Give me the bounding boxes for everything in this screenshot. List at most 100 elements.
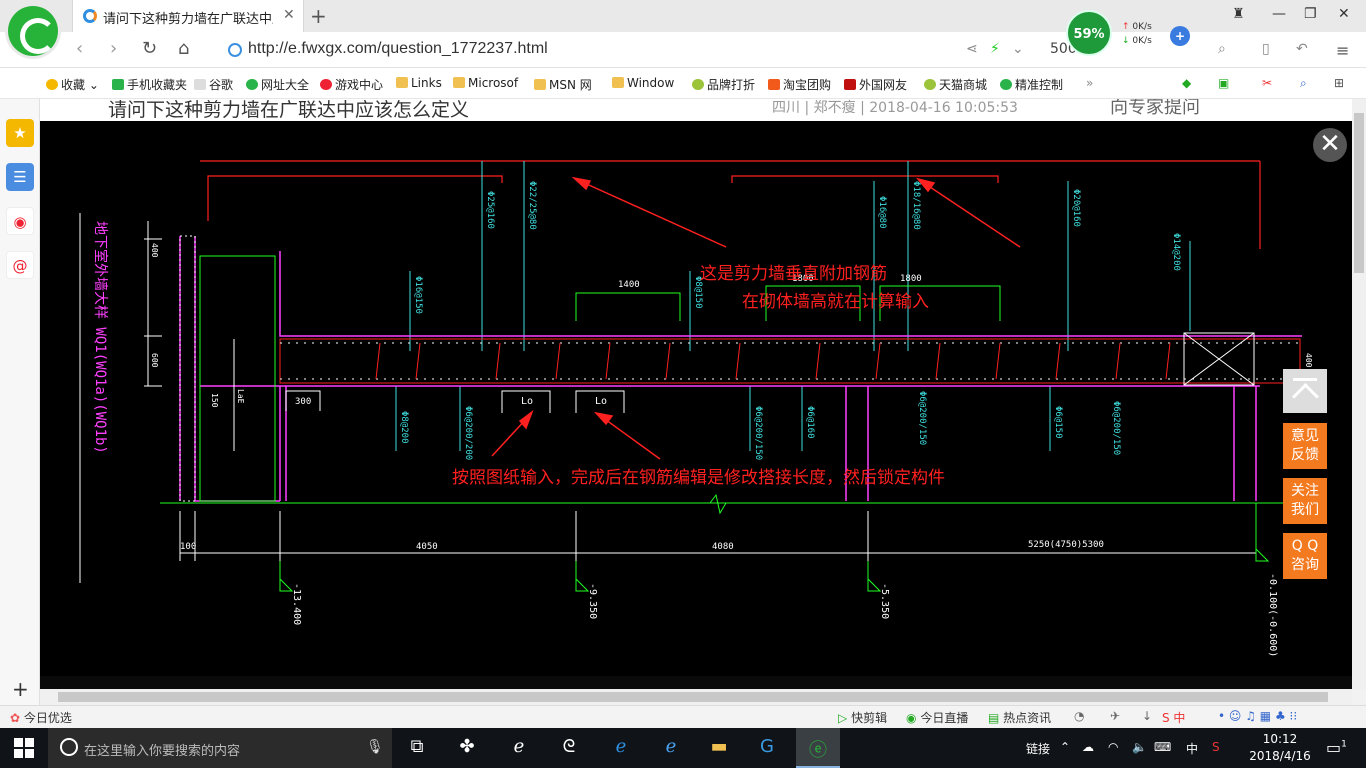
browser-e-icon[interactable]: ℯ — [506, 736, 532, 760]
lap-label-1: Lo — [521, 396, 533, 407]
wifi-icon[interactable]: ◠ — [1108, 740, 1118, 754]
new-tab-button[interactable]: + — [310, 4, 327, 28]
shield-icon[interactable]: ◆ — [1182, 76, 1191, 90]
bookmark-microsoft[interactable]: Microsof — [453, 76, 518, 90]
taskbar-clock[interactable]: 10:12 2018/4/16 — [1248, 731, 1312, 765]
sidebar-add-icon[interactable]: + — [12, 677, 29, 701]
ie-icon[interactable]: ℯ — [658, 736, 684, 760]
cad-drawing: 地下室外墙大样 WQ1(WQ1a)(WQ1b) Φ25@160 Φ22/25@8… — [79, 160, 1313, 657]
swirl-app-icon[interactable]: ᘓ — [556, 736, 582, 760]
skin-icon[interactable]: ♜ — [1232, 6, 1245, 22]
follow-us-button[interactable]: 关注 我们 — [1283, 478, 1327, 524]
bookmark-links[interactable]: Links — [396, 76, 442, 90]
bookmark-tmall[interactable]: 天猫商城 — [924, 76, 987, 93]
scissors-icon[interactable]: ✂ — [1262, 76, 1272, 90]
menu-icon[interactable]: ≡ — [1336, 41, 1349, 60]
feedback-button[interactable]: 意见 反馈 — [1283, 423, 1327, 469]
bookmark-google[interactable]: 谷歌 — [194, 76, 233, 93]
sogou-ime-icon[interactable]: S 中 — [1162, 709, 1185, 726]
bookmark-games[interactable]: 游戏中心 — [320, 76, 383, 93]
microphone-icon[interactable]: 🎙 — [366, 739, 384, 755]
back-to-top-button[interactable] — [1283, 369, 1327, 413]
active-browser-task[interactable]: ⓔ — [796, 728, 840, 768]
bookmark-precision[interactable]: 精准控制 — [1000, 76, 1063, 93]
bookmarks-more-icon[interactable]: » — [1086, 76, 1093, 90]
speed-mode-icon[interactable]: ⚡ — [990, 41, 1000, 57]
image-viewer[interactable]: 地下室外墙大样 WQ1(WQ1a)(WQ1b) Φ25@160 Φ22/25@8… — [40, 121, 1352, 676]
keyboard-icon[interactable]: ⌨ — [1154, 740, 1171, 754]
memory-ball[interactable]: 59% — [1066, 10, 1112, 56]
url-input[interactable]: http://e.fwxgx.com/question_1772237.html — [228, 40, 548, 58]
quick-edit-link[interactable]: ▷ 快剪辑 — [838, 709, 887, 726]
horizontal-scroll-thumb[interactable] — [58, 692, 1328, 702]
find-icon[interactable]: ⌕ — [1300, 76, 1307, 91]
favorites-star-icon[interactable]: ★ — [6, 119, 34, 147]
qq-consult-button[interactable]: Q Q 咨询 — [1283, 533, 1327, 579]
sites-icon — [246, 79, 258, 90]
bookmark-favorites[interactable]: 收藏 ⌄ — [46, 76, 99, 93]
live-today-link[interactable]: ◉ 今日直播 — [906, 709, 968, 726]
svg-text:Φ16@150: Φ16@150 — [413, 276, 423, 314]
search-icon[interactable]: ⌕ — [1218, 41, 1226, 57]
vertical-scrollbar[interactable] — [1352, 99, 1366, 689]
bookmark-brand-sale[interactable]: 品牌打折 — [692, 76, 755, 93]
tab-close-icon[interactable]: ✕ — [283, 7, 295, 23]
bookmark-foreign[interactable]: 外国网友 — [844, 76, 907, 93]
left-sidebar: ★ ☰ ◉ @ + — [0, 99, 40, 705]
app-g-icon[interactable]: G — [754, 736, 780, 760]
refresh-button[interactable]: ↻ — [142, 38, 157, 59]
email-icon[interactable]: @ — [6, 251, 34, 279]
svg-text:150: 150 — [210, 393, 219, 408]
link-label[interactable]: 链接 — [1026, 740, 1050, 757]
close-window-button[interactable]: ✕ — [1338, 6, 1350, 22]
ask-expert-link[interactable]: 向专家提问 — [1110, 99, 1200, 119]
task-view-icon[interactable]: ⧉ — [404, 736, 430, 760]
speedometer-icon[interactable]: ◔ — [1074, 709, 1084, 723]
sogou-icon[interactable]: S — [1212, 740, 1220, 754]
hot-news-link[interactable]: ▤ 热点资讯 — [988, 709, 1051, 726]
start-button[interactable] — [14, 738, 34, 758]
chevron-down-icon[interactable]: ⌄ — [1012, 41, 1024, 57]
tray-chevron-icon[interactable]: ⌃ — [1060, 740, 1070, 754]
phone-icon[interactable]: ▯ — [1262, 41, 1270, 57]
minimize-button[interactable]: — — [1272, 6, 1286, 22]
share-icon[interactable]: ⋖ — [966, 41, 978, 57]
bookmark-taobao[interactable]: 淘宝团购 — [768, 76, 831, 93]
bookmark-sites[interactable]: 网址大全 — [246, 76, 309, 93]
ime-tools-icon[interactable]: • ☺ ♫ ▦ ♣ ⁝⁝ — [1218, 709, 1297, 723]
games-icon — [320, 79, 332, 90]
browser-tab[interactable]: 请问下这种剪力墙在广联达中应该 ✕ — [72, 0, 304, 32]
speed-widget[interactable]: 59% ↑ 0K/s ↓ 0K/s + — [1066, 10, 1192, 56]
maximize-button[interactable]: ❐ — [1304, 6, 1317, 22]
horizontal-scrollbar[interactable] — [40, 689, 1352, 705]
pinwheel-app-icon[interactable]: ✤ — [454, 736, 480, 760]
svg-text:Φ16@80: Φ16@80 — [877, 196, 887, 229]
browser-logo-icon[interactable] — [8, 6, 58, 56]
vertical-scroll-thumb[interactable] — [1354, 113, 1364, 273]
download-icon[interactable]: ↓ — [1142, 709, 1152, 723]
home-button[interactable]: ⌂ — [178, 38, 189, 59]
bookmark-mobile[interactable]: 手机收藏夹 — [112, 76, 187, 93]
translate-icon[interactable]: ▣ — [1218, 76, 1229, 90]
speed-plus-icon[interactable]: + — [1170, 26, 1190, 46]
grid-icon[interactable]: ⊞ — [1334, 76, 1344, 90]
ime-indicator[interactable]: 中 — [1186, 740, 1198, 757]
cloud-icon[interactable]: ☁ — [1082, 740, 1094, 754]
undo-icon[interactable]: ↶ — [1296, 41, 1308, 57]
daily-picks-link[interactable]: ✿ 今日优选 — [10, 709, 72, 726]
forward-button[interactable]: › — [110, 38, 117, 59]
reading-list-icon[interactable]: ☰ — [6, 163, 34, 191]
viewer-close-button[interactable]: ✕ — [1313, 128, 1347, 162]
back-button[interactable]: ‹ — [76, 38, 83, 59]
taskbar-search-box[interactable]: 在这里输入你要搜索的内容 🎙 — [48, 728, 392, 768]
edge-icon[interactable]: ℯ — [608, 736, 634, 760]
pin-icon[interactable]: ✈ — [1110, 709, 1120, 723]
bookmark-windows[interactable]: Window — [612, 76, 674, 90]
svg-text:Φ6@200/150: Φ6@200/150 — [753, 406, 763, 460]
left-title-text: 地下室外墙大样 WQ1(WQ1a)(WQ1b) — [92, 221, 109, 454]
volume-icon[interactable]: 🔈 — [1132, 740, 1147, 754]
file-explorer-icon[interactable]: ▬ — [706, 736, 732, 760]
notification-icon[interactable]: ▭1 — [1326, 738, 1347, 757]
weibo-icon[interactable]: ◉ — [6, 207, 34, 235]
bookmark-msn[interactable]: MSN 网 — [534, 76, 592, 93]
